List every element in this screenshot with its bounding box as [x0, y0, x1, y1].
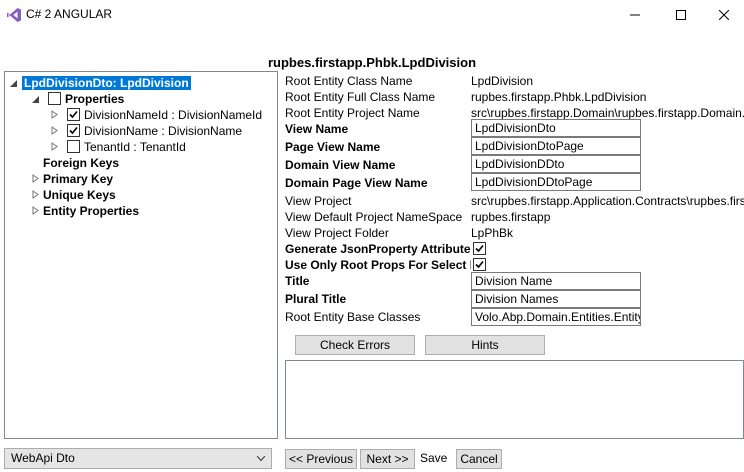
use-only-root-props-label: Use Only Root Props For Select M — [285, 258, 471, 272]
property-checkbox-divisionname[interactable] — [67, 124, 80, 137]
view-name-field[interactable]: LpdDivisionDto — [471, 119, 641, 137]
tree-properties-node[interactable]: Properties — [65, 91, 124, 107]
tree-root-node[interactable]: LpdDivisionDto: LpdDivision — [22, 75, 191, 91]
domain-view-name-label: Domain View Name — [285, 158, 396, 172]
minimize-icon — [630, 14, 640, 16]
root-entity-class-name-label: Root Entity Class Name — [285, 74, 413, 88]
collapsed-triangle-icon[interactable] — [50, 142, 59, 151]
tree-root-label: LpdDivisionDto: LpdDivision — [22, 76, 191, 90]
view-project-label: View Project — [285, 194, 352, 208]
tree-property-node[interactable]: TenantId : TenantId — [84, 139, 186, 155]
next-button[interactable]: Next >> — [360, 449, 415, 469]
view-project-folder-label: View Project Folder — [285, 226, 389, 240]
messages-area[interactable] — [285, 360, 744, 439]
checkmark-icon — [69, 110, 78, 119]
view-name-label: View Name — [285, 122, 349, 136]
plural-title-field[interactable]: Division Names — [471, 290, 641, 308]
view-default-namespace-value: rupbes.firstapp — [471, 210, 551, 224]
collapsed-triangle-icon[interactable] — [50, 126, 59, 135]
title-label: Title — [285, 274, 310, 288]
step-select-value: WebApi Dto — [11, 451, 75, 465]
tree-foreign-keys-node[interactable]: Foreign Keys — [43, 155, 119, 171]
collapsed-triangle-icon[interactable] — [50, 110, 59, 119]
tree-unique-keys-node[interactable]: Unique Keys — [43, 187, 116, 203]
checkmark-icon — [475, 260, 484, 269]
view-default-namespace-label: View Default Project NameSpace — [285, 210, 463, 224]
expanded-triangle-icon[interactable] — [31, 95, 40, 104]
root-entity-full-class-name-label: Root Entity Full Class Name — [285, 90, 436, 104]
checkmark-icon — [69, 126, 78, 135]
property-checkbox-divisionnameid[interactable] — [67, 108, 80, 121]
page-title: rupbes.firstapp.Phbk.LpdDivision — [267, 55, 477, 70]
previous-button[interactable]: << Previous — [285, 449, 357, 469]
properties-checkbox[interactable] — [48, 92, 61, 105]
tree-property-node[interactable]: DivisionName : DivisionName — [84, 123, 242, 139]
step-select[interactable]: WebApi Dto — [4, 448, 272, 469]
expanded-triangle-icon[interactable] — [9, 79, 18, 88]
generate-jsonproperty-checkbox[interactable] — [473, 242, 486, 255]
tree-entity-properties-node[interactable]: Entity Properties — [43, 203, 139, 219]
property-checkbox-tenantid[interactable] — [67, 140, 80, 153]
visual-studio-icon — [6, 7, 22, 23]
view-project-folder-value: LpPhBk — [471, 226, 514, 240]
page-view-name-field[interactable]: LpdDivisionDtoPage — [471, 137, 641, 155]
title-bar: C# 2 ANGULAR — [0, 0, 744, 30]
domain-page-view-name-label: Domain Page View Name — [285, 176, 428, 190]
tree-property-node[interactable]: DivisionNameId : DivisionNameId — [84, 107, 262, 123]
minimize-button[interactable] — [612, 0, 658, 30]
plural-title-label: Plural Title — [285, 292, 347, 306]
root-entity-base-classes-field[interactable]: Volo.Abp.Domain.Entities.Entity — [471, 308, 641, 326]
cancel-button[interactable]: Cancel — [456, 449, 502, 469]
collapsed-triangle-icon[interactable] — [31, 190, 40, 199]
collapsed-triangle-icon[interactable] — [31, 174, 40, 183]
root-entity-project-name-label: Root Entity Project Name — [285, 106, 420, 120]
root-entity-base-classes-label: Root Entity Base Classes — [285, 310, 421, 324]
check-errors-button[interactable]: Check Errors — [295, 335, 415, 355]
collapsed-triangle-icon[interactable] — [31, 206, 40, 215]
root-entity-class-name-value: LpdDivision — [471, 74, 534, 88]
window-title: C# 2 ANGULAR — [26, 7, 113, 21]
root-entity-full-class-name-value: rupbes.firstapp.Phbk.LpdDivision — [471, 90, 647, 104]
close-icon — [719, 10, 729, 20]
chevron-down-icon — [257, 456, 265, 461]
tree-primary-key-node[interactable]: Primary Key — [43, 171, 113, 187]
maximize-button[interactable] — [658, 0, 704, 30]
use-only-root-props-checkbox[interactable] — [473, 258, 486, 271]
domain-view-name-field[interactable]: LpdDivisionDDto — [471, 155, 641, 173]
generate-jsonproperty-label: Generate JsonProperty Attribute — [285, 242, 471, 256]
checkmark-icon — [475, 244, 484, 253]
domain-page-view-name-field[interactable]: LpdDivisionDDtoPage — [471, 173, 641, 191]
title-field[interactable]: Division Name — [471, 272, 641, 290]
hints-button[interactable]: Hints — [425, 335, 545, 355]
save-button[interactable]: Save — [420, 450, 447, 466]
view-project-value: src\rupbes.firstapp.Application.Contract… — [471, 194, 744, 208]
close-button[interactable] — [704, 0, 744, 30]
entity-tree[interactable]: LpdDivisionDto: LpdDivision Properties D… — [4, 71, 278, 439]
maximize-icon — [676, 10, 686, 20]
page-view-name-label: Page View Name — [285, 140, 381, 154]
